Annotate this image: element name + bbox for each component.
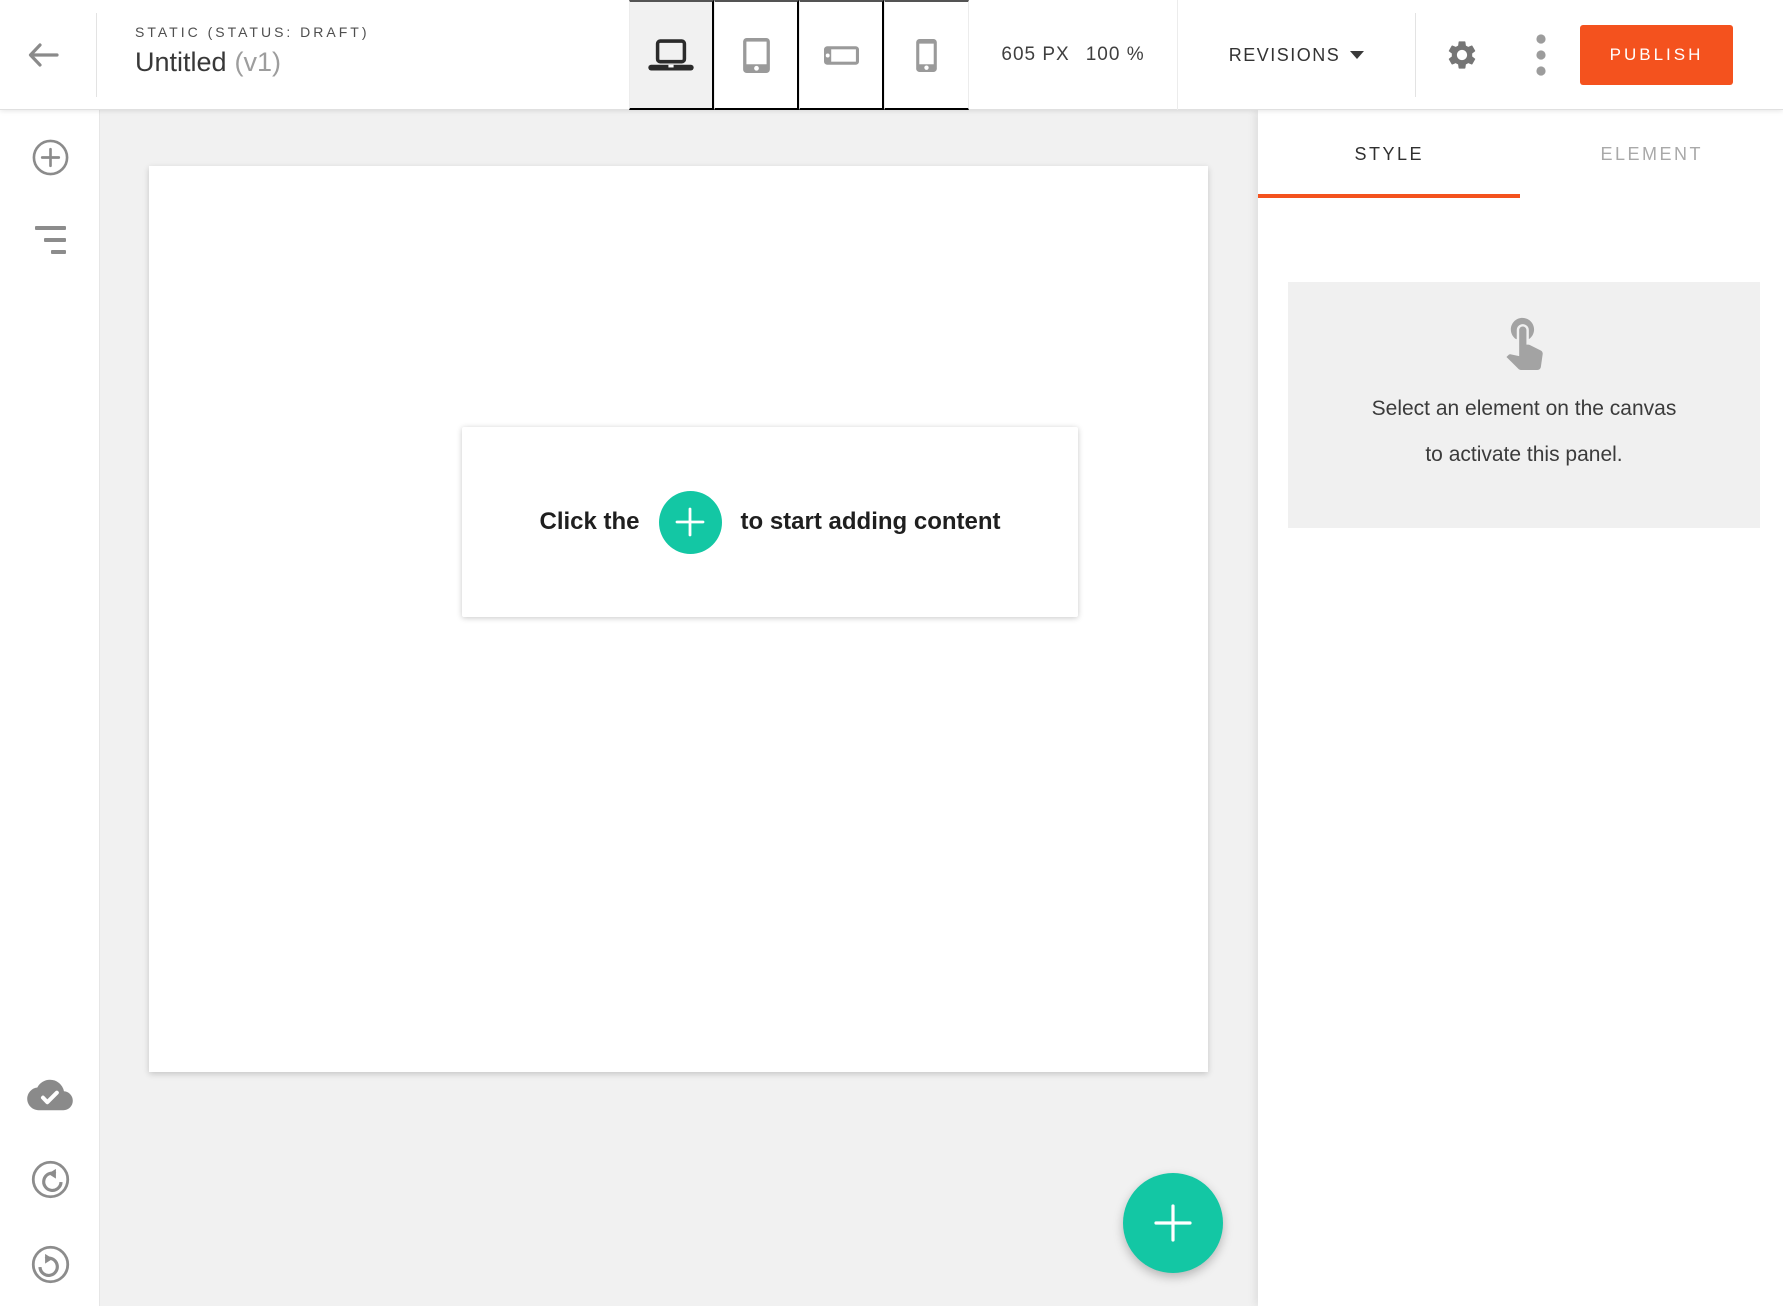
desktop-icon bbox=[648, 39, 694, 72]
device-desktop-button[interactable] bbox=[629, 0, 714, 110]
settings-button[interactable] bbox=[1440, 33, 1484, 77]
inspector-tabbar: STYLE ELEMENT bbox=[1258, 110, 1783, 198]
empty-state-line1: Select an element on the canvas bbox=[1372, 386, 1677, 432]
cloud-saved-icon bbox=[27, 1076, 73, 1114]
arrow-left-icon bbox=[27, 42, 59, 68]
kebab-menu-icon bbox=[1536, 34, 1546, 76]
tab-style[interactable]: STYLE bbox=[1258, 110, 1521, 198]
page-surface bbox=[149, 166, 1208, 1072]
document-name: Untitled bbox=[135, 47, 227, 77]
autosave-status-button[interactable] bbox=[28, 1073, 72, 1117]
active-tab-indicator bbox=[1258, 194, 1520, 198]
revisions-label: REVISIONS bbox=[1229, 45, 1341, 66]
publish-button[interactable]: PUBLISH bbox=[1580, 25, 1733, 85]
inspector-panel: STYLE ELEMENT Select an element on the c… bbox=[1258, 110, 1783, 1306]
gear-icon bbox=[1445, 38, 1479, 72]
device-mobile-button[interactable] bbox=[884, 0, 969, 110]
redo-icon bbox=[30, 1244, 71, 1285]
layers-icon bbox=[35, 226, 66, 254]
tab-element[interactable]: ELEMENT bbox=[1521, 110, 1783, 198]
add-content-button[interactable] bbox=[659, 491, 722, 554]
canvas-width-value: 605 PX bbox=[1001, 44, 1069, 66]
undo-button[interactable] bbox=[28, 1157, 72, 1201]
revisions-dropdown-button[interactable]: REVISIONS bbox=[1178, 0, 1415, 110]
more-options-button[interactable] bbox=[1519, 33, 1563, 77]
left-toolbar bbox=[0, 110, 100, 1306]
undo-icon bbox=[30, 1159, 71, 1200]
touch-icon bbox=[1495, 312, 1553, 370]
mobile-icon bbox=[916, 39, 937, 72]
page-title: Untitled (v1) bbox=[135, 47, 370, 78]
topbar-divider bbox=[1415, 13, 1416, 97]
placeholder-text-suffix: to start adding content bbox=[741, 508, 1001, 536]
plus-icon bbox=[1153, 1203, 1193, 1243]
top-bar: STATIC (STATUS: DRAFT) Untitled (v1) bbox=[0, 0, 1783, 110]
device-mobile-landscape-button[interactable] bbox=[799, 0, 884, 110]
back-button[interactable] bbox=[21, 33, 65, 77]
page-type-status-label: STATIC (STATUS: DRAFT) bbox=[135, 24, 370, 40]
document-title-block: STATIC (STATUS: DRAFT) Untitled (v1) bbox=[135, 24, 370, 78]
caret-down-icon bbox=[1350, 51, 1364, 59]
plus-icon bbox=[675, 507, 705, 537]
device-preview-switcher bbox=[629, 0, 969, 110]
page-builder-app: STATIC (STATUS: DRAFT) Untitled (v1) bbox=[0, 0, 1783, 1306]
empty-state-line2: to activate this panel. bbox=[1372, 432, 1677, 478]
tablet-icon bbox=[743, 38, 770, 73]
topbar-divider bbox=[96, 13, 97, 97]
mobile-landscape-icon bbox=[824, 46, 859, 65]
device-tablet-button[interactable] bbox=[714, 0, 799, 110]
empty-page-placeholder-card: Click the to start adding content bbox=[462, 427, 1078, 617]
editor-canvas: Click the to start adding content bbox=[100, 110, 1258, 1306]
layers-button[interactable] bbox=[28, 218, 72, 262]
canvas-dimensions-display: 605 PX 100 % bbox=[969, 0, 1178, 110]
document-version: (v1) bbox=[235, 47, 282, 77]
canvas-zoom-value: 100 % bbox=[1086, 44, 1145, 66]
add-content-fab[interactable] bbox=[1123, 1173, 1223, 1273]
panel-empty-state: Select an element on the canvas to activ… bbox=[1288, 282, 1760, 528]
add-element-button[interactable] bbox=[28, 135, 72, 179]
placeholder-text-prefix: Click the bbox=[539, 508, 639, 536]
redo-button[interactable] bbox=[28, 1242, 72, 1286]
add-circle-icon bbox=[31, 138, 70, 177]
